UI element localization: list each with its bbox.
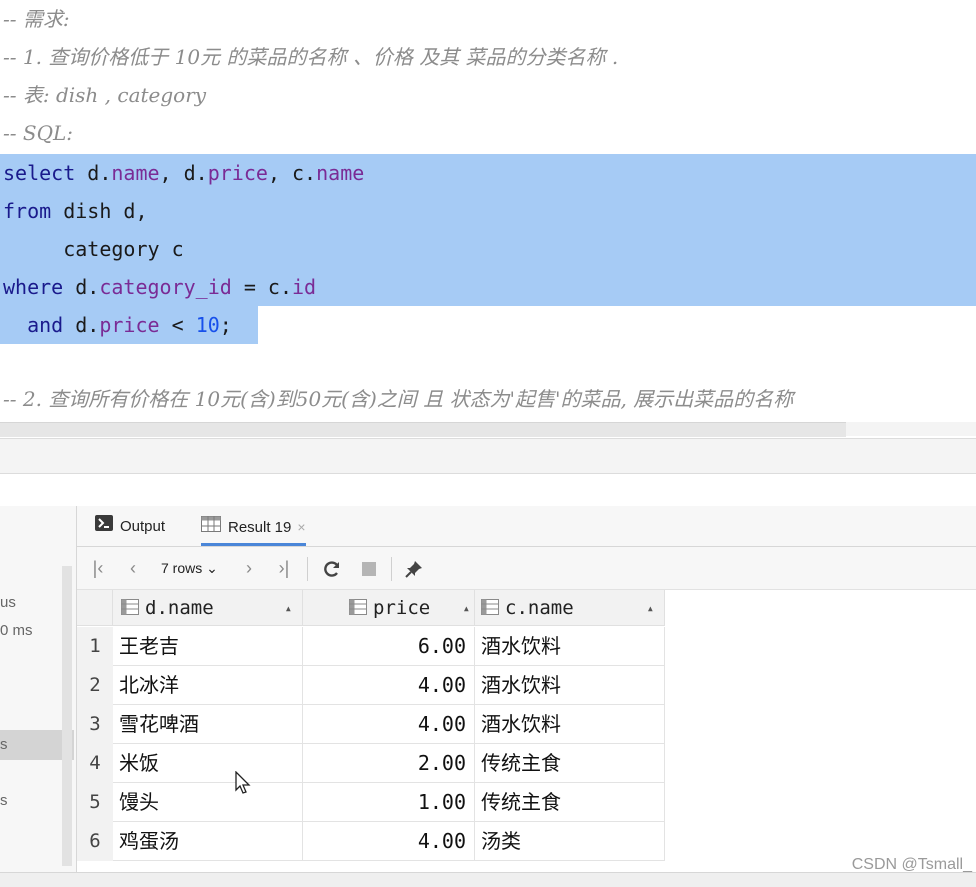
cell-c-name[interactable]: 酒水饮料 [475, 705, 665, 744]
cell-price[interactable]: 2.00 [303, 744, 475, 783]
cell-d-name[interactable]: 馒头 [113, 783, 303, 822]
comment-line-5: -- 2. 查询所有价格在 10元(含)到50元(含)之间 且 状态为'起售'的… [3, 387, 794, 411]
sql-line-select: select d.name, d.price, c.name [3, 161, 365, 185]
output-icon [95, 506, 113, 548]
editor-horizontal-scrollbar[interactable] [0, 422, 846, 437]
cell-price[interactable]: 4.00 [303, 705, 475, 744]
cell-d-name[interactable]: 王老吉 [113, 627, 303, 666]
column-header-price[interactable]: price ▴ [303, 590, 475, 626]
tab-output[interactable]: Output [95, 506, 165, 546]
cell-d-name[interactable]: 鸡蛋汤 [113, 822, 303, 861]
services-item-2[interactable]: 0 ms [0, 622, 33, 639]
results-tab-bar: Output Result 19 × [77, 506, 976, 547]
cell-d-name[interactable]: 米饭 [113, 744, 303, 783]
sort-icon[interactable]: ▴ [285, 590, 292, 626]
cell-c-name[interactable]: 酒水饮料 [475, 627, 665, 666]
sql-editor[interactable]: -- 需求: -- 1. 查询价格低于 10元 的菜品的名称 、价格 及其 菜品… [0, 0, 976, 438]
editor-scroll-track [846, 422, 976, 436]
cell-price[interactable]: 1.00 [303, 783, 475, 822]
stop-icon[interactable] [357, 547, 381, 589]
cell-d-name[interactable]: 北冰洋 [113, 666, 303, 705]
first-page-icon[interactable]: |‹ [87, 547, 109, 589]
comment-line-3: -- 表: dish , category [3, 83, 207, 107]
comment-line-1: -- 需求: [3, 7, 70, 31]
mouse-pointer-icon [235, 770, 251, 799]
close-tab-icon[interactable]: × [297, 519, 305, 535]
watermark: CSDN @Tsmall_ [851, 856, 972, 873]
services-item-4[interactable]: s [0, 792, 8, 809]
toolbar-separator [391, 557, 392, 581]
cell-c-name[interactable]: 汤类 [475, 822, 665, 861]
cell-price[interactable]: 4.00 [303, 822, 475, 861]
row-number: 3 [77, 705, 113, 744]
sql-line-and: and d.price < 10; [3, 313, 232, 337]
refresh-icon[interactable] [319, 547, 345, 589]
rows-count-dropdown[interactable]: 7 rows ⌄ [161, 547, 218, 589]
cell-d-name[interactable]: 雪花啤酒 [113, 705, 303, 744]
panel-divider[interactable] [0, 438, 976, 474]
comment-line-2: -- 1. 查询价格低于 10元 的菜品的名称 、价格 及其 菜品的分类名称 . [3, 45, 619, 69]
bottom-tool-strip [0, 872, 976, 887]
last-page-icon[interactable]: ›| [273, 547, 295, 589]
column-icon [121, 591, 139, 627]
results-toolbar: |‹ ‹ 7 rows ⌄ › ›| [77, 547, 976, 590]
row-number: 2 [77, 666, 113, 705]
sort-icon[interactable]: ▴ [463, 590, 470, 626]
row-number: 5 [77, 783, 113, 822]
services-item-3[interactable]: s [0, 736, 8, 753]
row-number-header [77, 590, 113, 626]
cell-price[interactable]: 4.00 [303, 666, 475, 705]
sort-icon[interactable]: ▴ [647, 590, 654, 626]
column-header-c-name[interactable]: c.name ▴ [475, 590, 665, 626]
services-scrollbar[interactable] [62, 566, 72, 866]
services-tree[interactable]: us 0 ms s s [0, 506, 77, 872]
toolbar-separator [307, 557, 308, 581]
cell-c-name[interactable]: 传统主食 [475, 783, 665, 822]
pin-icon[interactable] [401, 547, 427, 589]
row-number: 1 [77, 627, 113, 666]
results-panel: Output Result 19 × |‹ ‹ 7 rows ⌄ › ›| d.n… [77, 506, 976, 872]
next-page-icon[interactable]: › [239, 547, 259, 589]
sql-line-where: where d.category_id = c.id [3, 275, 317, 299]
prev-page-icon[interactable]: ‹ [123, 547, 143, 589]
tab-result-19[interactable]: Result 19 × [201, 506, 306, 546]
row-number: 4 [77, 744, 113, 783]
column-icon [349, 591, 367, 627]
row-number: 6 [77, 822, 113, 861]
cell-price[interactable]: 6.00 [303, 627, 475, 666]
cell-c-name[interactable]: 酒水饮料 [475, 666, 665, 705]
column-header-d-name[interactable]: d.name ▴ [113, 590, 303, 626]
cell-c-name[interactable]: 传统主食 [475, 744, 665, 783]
chevron-down-icon: ⌄ [206, 560, 218, 576]
table-icon [201, 507, 221, 549]
services-item-1[interactable]: us [0, 594, 16, 611]
sql-line-from: from dish d, [3, 199, 148, 223]
column-icon [481, 591, 499, 627]
sql-line-category: category c [3, 237, 184, 261]
comment-line-4: -- SQL: [3, 121, 73, 145]
